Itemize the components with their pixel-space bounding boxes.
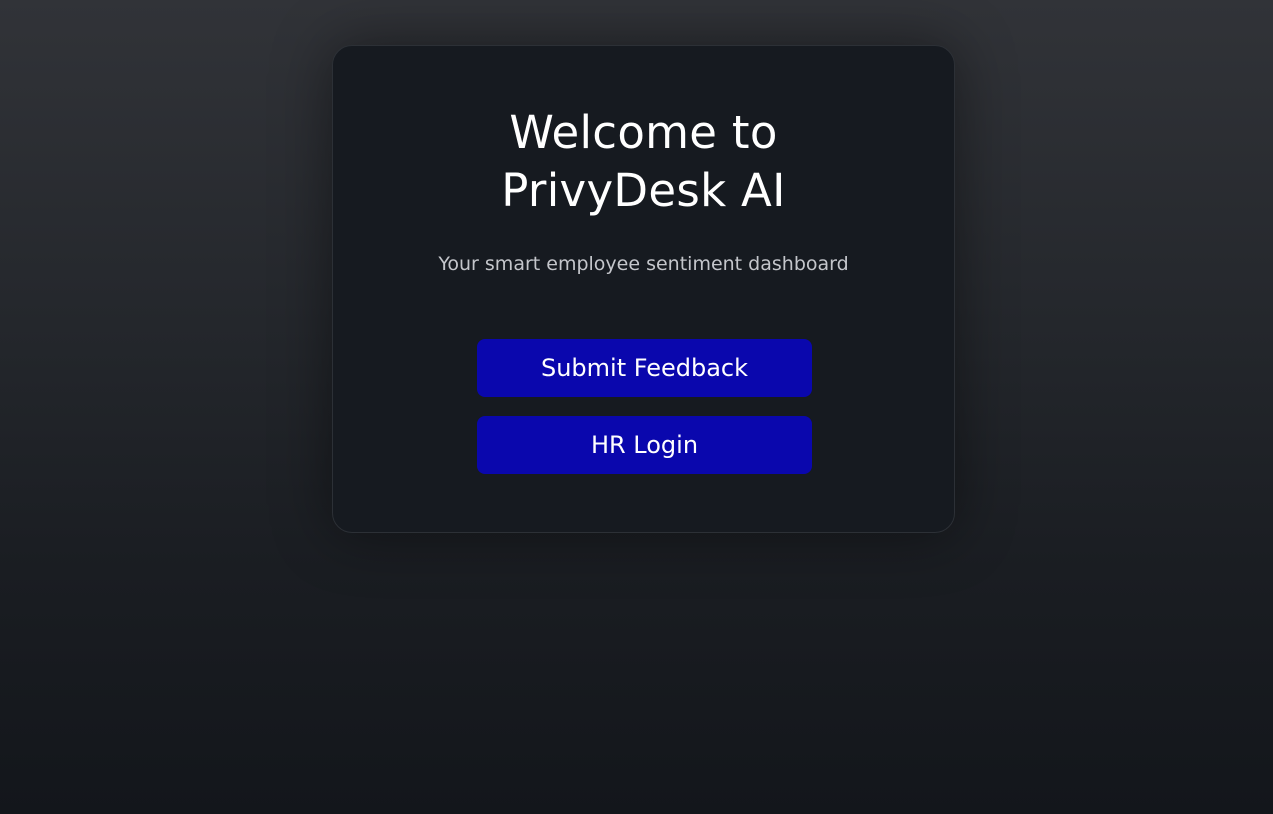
page-subtitle: Your smart employee sentiment dashboard bbox=[438, 253, 849, 275]
submit-feedback-button[interactable]: Submit Feedback bbox=[477, 339, 812, 397]
page-title: Welcome to PrivyDesk AI bbox=[333, 104, 954, 220]
title-line-2: PrivyDesk AI bbox=[501, 164, 786, 217]
welcome-card: Welcome to PrivyDesk AI Your smart emplo… bbox=[332, 45, 955, 533]
title-line-1: Welcome to bbox=[509, 106, 778, 159]
hr-login-button[interactable]: HR Login bbox=[477, 416, 812, 474]
